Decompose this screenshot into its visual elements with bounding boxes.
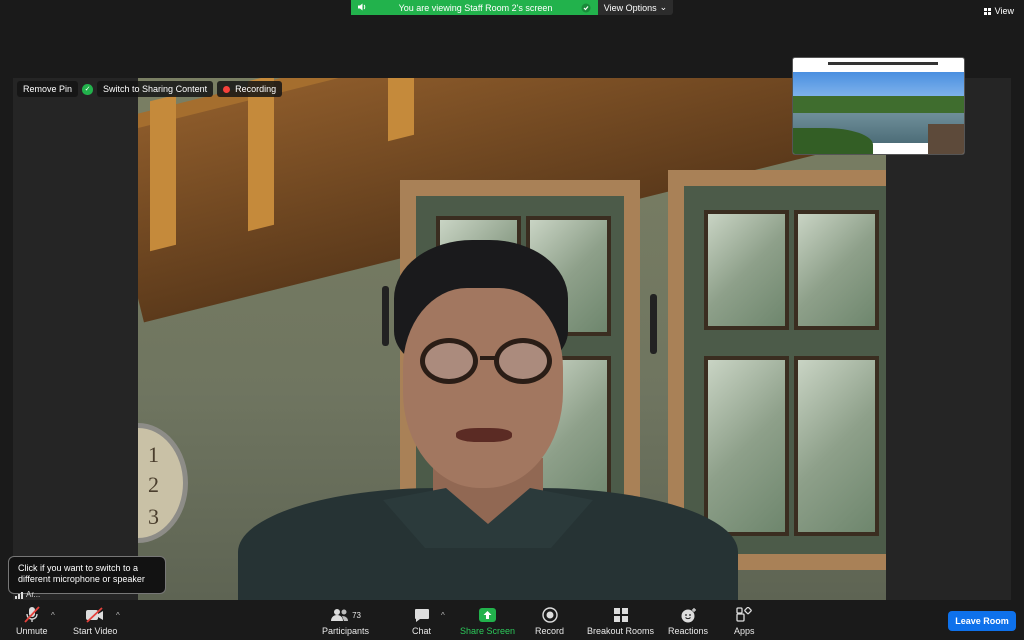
speaker-name-tag: Ar... — [15, 590, 40, 599]
encryption-shield-icon[interactable]: ✓ — [82, 83, 94, 95]
leave-room-button[interactable]: Leave Room — [948, 611, 1016, 631]
speaker-volume-icon[interactable] — [351, 3, 373, 13]
view-button[interactable]: View — [983, 6, 1014, 16]
record-button[interactable]: Record — [535, 606, 564, 636]
pinned-participant-video[interactable]: 1 2 3 — [138, 78, 886, 600]
record-icon — [541, 606, 558, 624]
recording-dot-icon — [223, 85, 231, 93]
breakout-rooms-icon — [613, 606, 629, 624]
switch-sharing-button[interactable]: Switch to Sharing Content — [97, 81, 214, 97]
start-video-button[interactable]: Start Video — [73, 606, 117, 636]
window-right — [668, 170, 886, 570]
view-label: View — [994, 6, 1014, 16]
participants-button[interactable]: 73 Participants — [322, 606, 369, 636]
meeting-toolbar: Unmute ^ Start Video ^ 73 Participants C… — [0, 603, 1024, 640]
leave-room-label: Leave Room — [955, 616, 1009, 626]
shared-screen-thumbnail[interactable] — [792, 57, 965, 155]
remove-pin-button[interactable]: Remove Pin — [17, 81, 79, 97]
share-screen-icon — [479, 606, 497, 624]
viewing-screen-text: You are viewing Staff Room 2's screen — [398, 2, 553, 13]
glasses-left — [420, 338, 478, 384]
participant-face — [403, 288, 563, 488]
apps-button[interactable]: Apps — [734, 606, 755, 636]
video-camera-off-icon — [85, 606, 105, 624]
chat-bubble-icon — [414, 606, 430, 624]
view-options-label: View Options — [603, 2, 657, 13]
view-options-button[interactable]: View Options ⌄ — [598, 0, 673, 15]
security-shield-icon — [578, 2, 594, 13]
chevron-down-icon: ⌄ — [659, 2, 668, 12]
unmute-label: Unmute — [16, 626, 48, 636]
zoom-meeting-window: You are viewing Staff Room 2's screen Vi… — [0, 0, 1024, 640]
share-screen-label: Share Screen — [460, 626, 516, 636]
grid-view-icon — [983, 7, 991, 15]
signal-bars-icon — [15, 592, 23, 599]
audio-options-caret-icon[interactable]: ^ — [51, 611, 55, 620]
speaker-name-label: Ar... — [26, 590, 41, 599]
stage-controls: Remove Pin ✓ Switch to Sharing Content R… — [17, 81, 283, 97]
participants-label: Participants — [322, 626, 370, 636]
recording-indicator[interactable]: Recording — [217, 81, 283, 97]
tooltip-text: Click if you want to switch to a differe… — [18, 563, 145, 584]
breakout-rooms-label: Breakout Rooms — [587, 626, 655, 636]
remove-pin-label: Remove Pin — [23, 84, 73, 94]
video-options-caret-icon[interactable]: ^ — [116, 611, 120, 620]
audio-switch-tooltip: Click if you want to switch to a differe… — [8, 556, 166, 594]
participants-count: 73 — [352, 610, 361, 620]
unmute-button[interactable]: Unmute — [16, 606, 48, 636]
apps-label: Apps — [734, 626, 755, 636]
smiley-icon — [680, 606, 697, 624]
glasses-right — [494, 338, 552, 384]
record-label: Record — [535, 626, 565, 636]
microphone-muted-icon — [24, 606, 40, 624]
chat-label: Chat — [412, 626, 432, 636]
recording-label: Recording — [235, 84, 277, 94]
start-video-label: Start Video — [73, 626, 118, 636]
viewing-screen-banner: You are viewing Staff Room 2's screen — [351, 0, 598, 15]
participants-icon — [331, 609, 349, 621]
apps-icon — [736, 606, 753, 624]
participants-icon-wrap: 73 — [330, 606, 361, 624]
switch-sharing-label: Switch to Sharing Content — [103, 84, 208, 94]
share-screen-button[interactable]: Share Screen — [460, 606, 515, 636]
chat-options-caret-icon[interactable]: ^ — [441, 611, 445, 620]
breakout-rooms-button[interactable]: Breakout Rooms — [587, 606, 654, 636]
reactions-label: Reactions — [668, 626, 709, 636]
chat-button[interactable]: Chat — [412, 606, 431, 636]
reactions-button[interactable]: Reactions — [668, 606, 708, 636]
